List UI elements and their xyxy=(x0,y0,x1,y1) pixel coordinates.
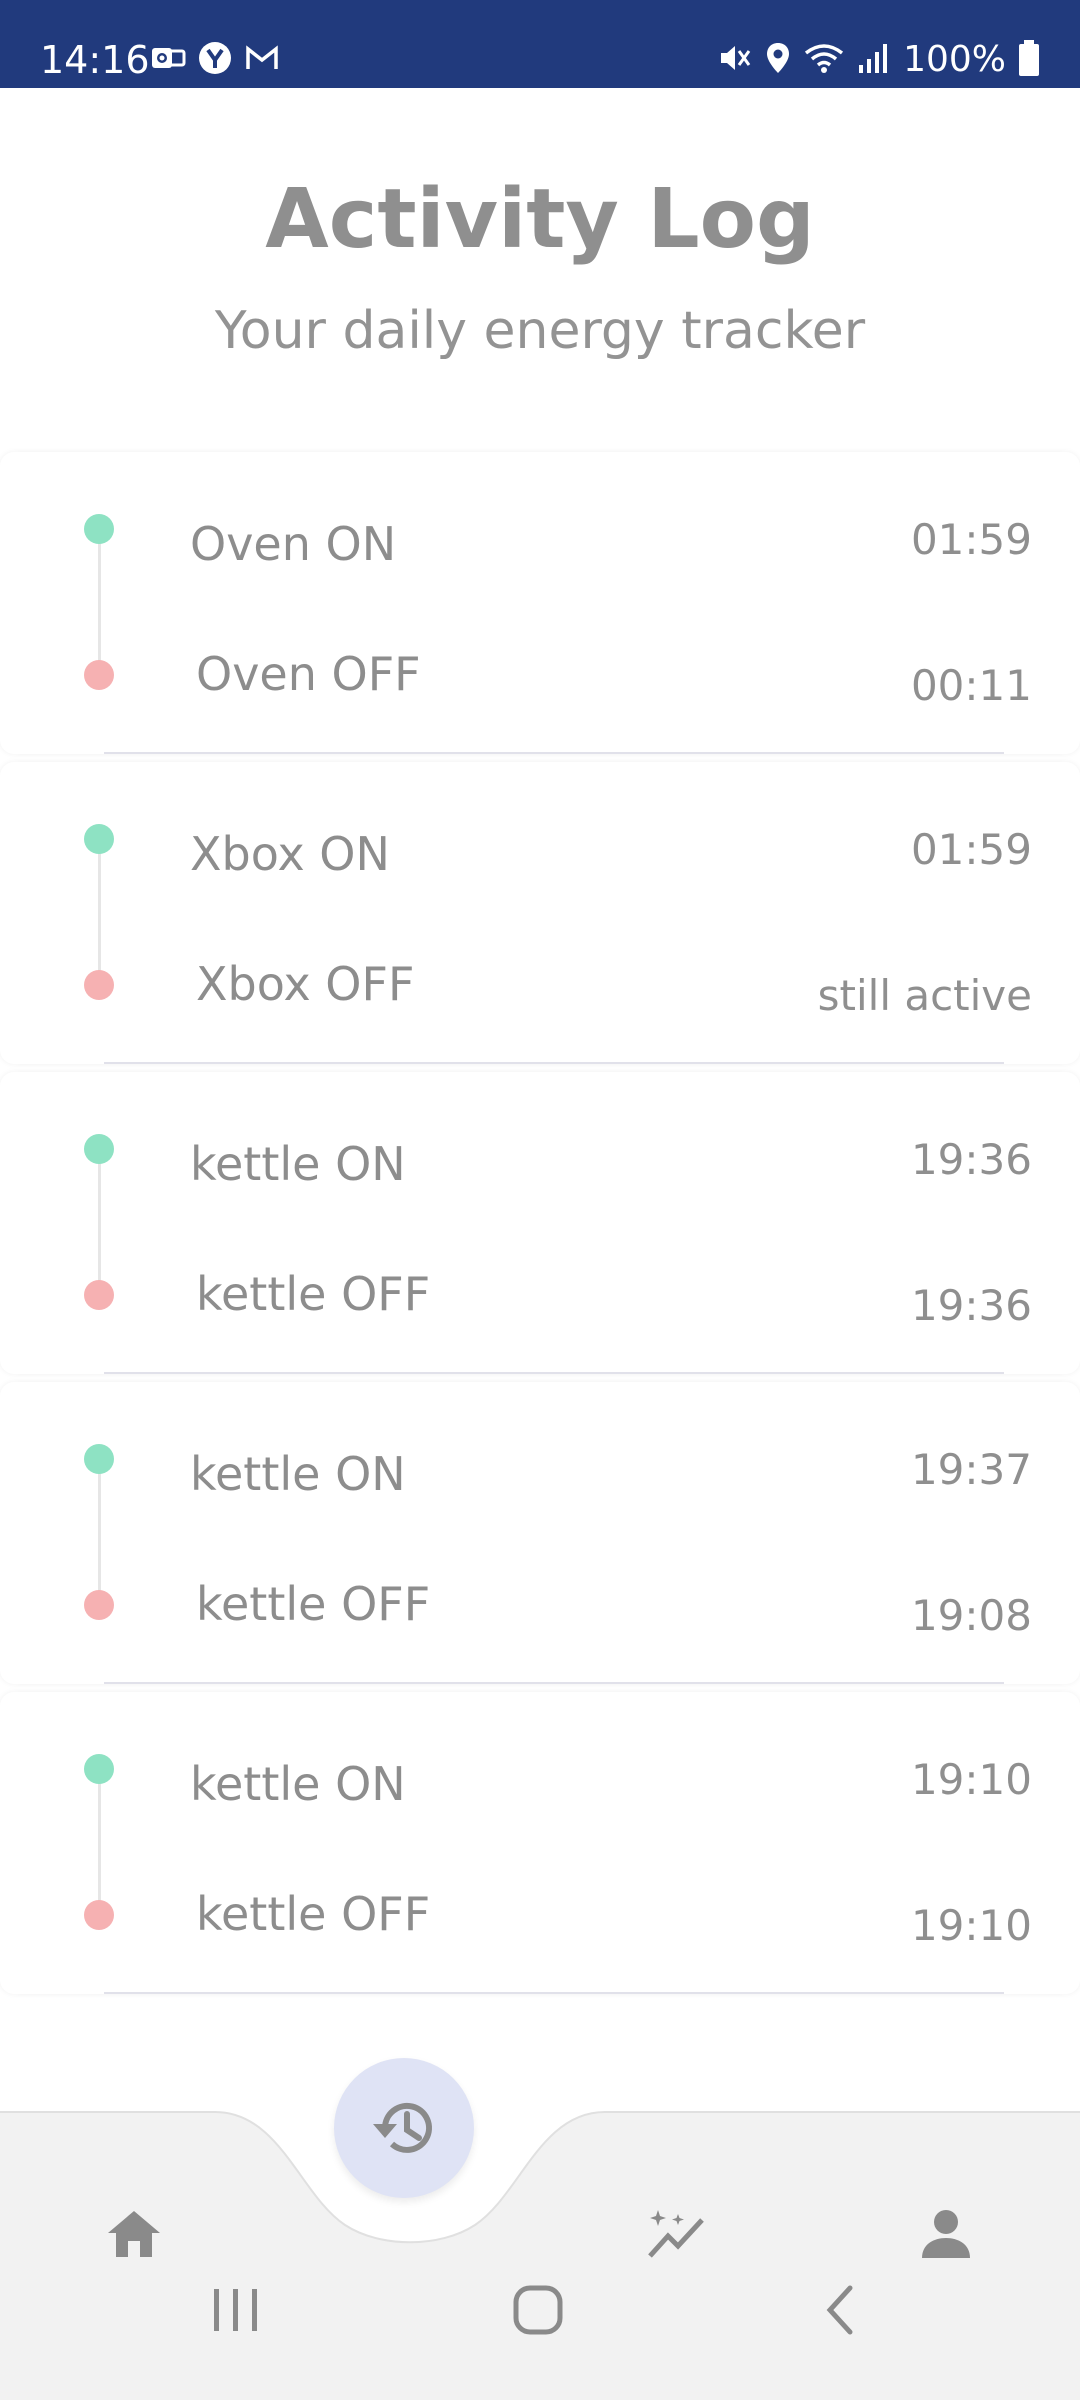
status-right-icons: 100% xyxy=(717,36,1040,84)
off-event-time: 19:36 xyxy=(910,1281,1032,1330)
yahoo-icon xyxy=(198,41,232,79)
outlook-icon xyxy=(150,42,186,78)
off-event-label: Xbox OFF xyxy=(196,957,415,1011)
page-title: Activity Log xyxy=(265,172,815,267)
mute-icon xyxy=(717,41,753,79)
off-event-time: 00:11 xyxy=(910,661,1032,710)
gmail-icon xyxy=(244,43,280,77)
on-indicator-dot xyxy=(84,514,114,544)
timeline-line xyxy=(98,1150,101,1296)
off-indicator-dot xyxy=(84,1590,114,1620)
divider xyxy=(104,1992,1004,1994)
on-indicator-dot xyxy=(84,1444,114,1474)
signal-icon xyxy=(857,41,891,79)
recents-button[interactable] xyxy=(186,2260,286,2360)
on-event-time: 01:59 xyxy=(910,825,1032,874)
log-entry[interactable]: Oven ON 01:59 Oven OFF 00:11 xyxy=(0,452,1080,754)
log-entry[interactable]: Xbox ON 01:59 Xbox OFF still active xyxy=(0,762,1080,1064)
history-icon xyxy=(373,2102,432,2153)
timeline-line xyxy=(98,530,101,676)
battery-icon xyxy=(1018,39,1040,81)
status-bar: 14:16 100% xyxy=(0,0,1080,88)
off-indicator-dot xyxy=(84,1280,114,1310)
off-event-label: kettle OFF xyxy=(196,1577,431,1631)
on-event-time: 19:37 xyxy=(910,1445,1032,1494)
timeline-line xyxy=(98,840,101,986)
nav-history-button[interactable] xyxy=(334,2058,474,2198)
wifi-icon xyxy=(803,41,845,79)
on-event-time: 01:59 xyxy=(910,515,1032,564)
on-event-label: kettle ON xyxy=(190,1137,406,1191)
page-subtitle: Your daily energy tracker xyxy=(214,301,866,361)
off-indicator-dot xyxy=(84,970,114,1000)
off-event-time: still active xyxy=(817,971,1032,1020)
divider xyxy=(104,752,1004,754)
system-back-button[interactable] xyxy=(790,2260,890,2360)
status-time: 14:16 xyxy=(40,38,150,82)
on-event-label: kettle ON xyxy=(190,1447,406,1501)
timeline-line xyxy=(98,1460,101,1606)
activity-log-screen: 14:16 100% Activity Log Your daily energ… xyxy=(0,0,1080,2400)
on-event-label: kettle ON xyxy=(190,1757,406,1811)
log-entry[interactable]: kettle ON 19:36 kettle OFF 19:36 xyxy=(0,1072,1080,1374)
on-indicator-dot xyxy=(84,1754,114,1784)
on-indicator-dot xyxy=(84,1134,114,1164)
off-event-label: kettle OFF xyxy=(196,1267,431,1321)
battery-percent: 100% xyxy=(903,39,1006,80)
on-indicator-dot xyxy=(84,824,114,854)
on-event-time: 19:10 xyxy=(910,1755,1032,1804)
recents-icon xyxy=(214,2289,257,2331)
off-event-time: 19:10 xyxy=(910,1901,1032,1950)
off-indicator-dot xyxy=(84,660,114,690)
log-entry[interactable]: kettle ON 19:10 kettle OFF 19:10 xyxy=(0,1692,1080,1994)
off-event-label: Oven OFF xyxy=(196,647,421,701)
back-icon xyxy=(826,2285,853,2335)
divider xyxy=(104,1682,1004,1684)
timeline-line xyxy=(98,1770,101,1916)
log-entry[interactable]: kettle ON 19:37 kettle OFF 19:08 xyxy=(0,1382,1080,1684)
on-event-time: 19:36 xyxy=(910,1135,1032,1184)
notification-icons xyxy=(150,42,280,78)
divider xyxy=(104,1372,1004,1374)
divider xyxy=(104,1062,1004,1064)
off-event-time: 19:08 xyxy=(910,1591,1032,1640)
system-home-button[interactable] xyxy=(488,2260,588,2360)
system-nav-bar xyxy=(0,2220,1080,2400)
on-event-label: Xbox ON xyxy=(190,827,390,881)
on-event-label: Oven ON xyxy=(190,517,397,571)
location-icon xyxy=(765,41,791,79)
home-circle-icon xyxy=(513,2285,563,2335)
off-indicator-dot xyxy=(84,1900,114,1930)
off-event-label: kettle OFF xyxy=(196,1887,431,1941)
